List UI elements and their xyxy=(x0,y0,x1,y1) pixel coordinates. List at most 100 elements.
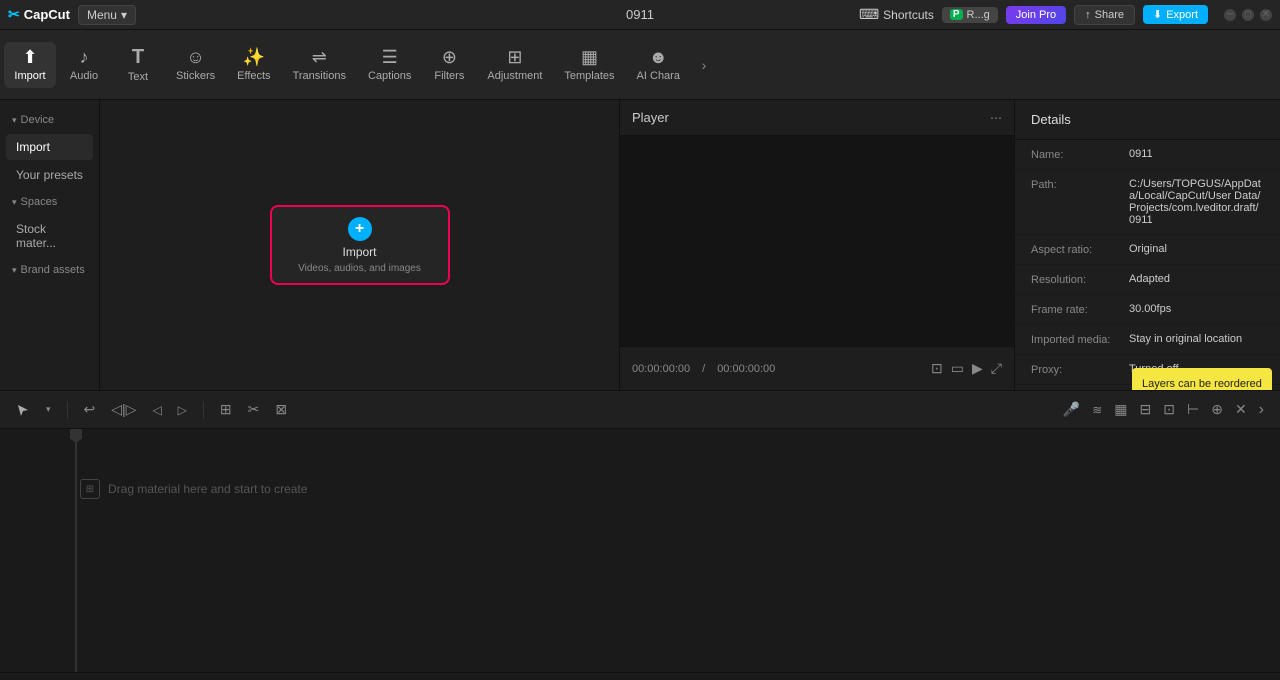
tl-scissors-button[interactable]: ✂ xyxy=(244,397,264,422)
sidebar-item-presets[interactable]: Your presets xyxy=(6,162,93,188)
toolbar-item-audio[interactable]: ♪ Audio xyxy=(58,42,110,88)
app-logo: ✂ CapCut xyxy=(8,6,70,23)
sidebar-item-import[interactable]: Import xyxy=(6,134,93,160)
templates-label: Templates xyxy=(564,70,614,82)
effects-icon: ✨ xyxy=(243,48,265,66)
details-key-path: Path: xyxy=(1031,178,1121,191)
tl-sep-2 xyxy=(203,401,204,419)
effects-label: Effects xyxy=(237,70,270,82)
toolbar-item-import[interactable]: ⬆ Import xyxy=(4,42,56,88)
main-content: ▾ Device Import Your presets ▾ Spaces St… xyxy=(0,100,1280,390)
topbar-right: ⌨ Shortcuts P R...g Join Pro ↑ Share ⬇ E… xyxy=(859,5,1272,25)
shortcuts-button[interactable]: ⌨ Shortcuts xyxy=(859,6,934,23)
import-plus-icon: + xyxy=(348,217,372,241)
window-controls: ─ □ ✕ xyxy=(1224,9,1272,21)
tl-sep-1 xyxy=(67,401,68,419)
toolbar-item-transitions[interactable]: ⇌ Transitions xyxy=(283,42,356,88)
tl-playhead xyxy=(75,429,77,672)
minimize-button[interactable]: ─ xyxy=(1224,9,1236,21)
transitions-icon: ⇌ xyxy=(312,48,327,66)
details-key-aspect: Aspect ratio: xyxy=(1031,243,1121,256)
toolbar-item-text[interactable]: T Text xyxy=(112,41,164,89)
details-key-framerate: Frame rate: xyxy=(1031,303,1121,316)
toolbar-item-adjustment[interactable]: ⊞ Adjustment xyxy=(477,42,552,88)
toolbar-more-button[interactable]: › xyxy=(692,53,716,77)
tl-link-button[interactable]: ⊟ xyxy=(1136,397,1156,422)
pro-user-badge: P R...g xyxy=(942,7,998,23)
tl-right-tools: 🎤 ≋ ▦ ⊟ ⊡ ⊢ ⊕ ✕ › xyxy=(1059,397,1268,423)
project-title: 0911 xyxy=(626,7,654,22)
details-value-framerate: 30.00fps xyxy=(1129,303,1264,315)
tl-expand-button[interactable]: › xyxy=(1255,397,1268,423)
pro-p-icon: P xyxy=(950,9,963,20)
timeline-content: ⊞ Drag material here and start to create xyxy=(0,429,1280,672)
export-label: Export xyxy=(1166,9,1198,21)
sidebar-stock-label: Stock mater... xyxy=(16,222,83,250)
details-row-path: Path: C:/Users/TOPGUS/AppData/Local/CapC… xyxy=(1015,170,1280,235)
tl-trim-next-button[interactable]: ▷ xyxy=(174,399,191,421)
sidebar-group-spaces[interactable]: ▾ Spaces xyxy=(6,190,93,214)
export-button[interactable]: ⬇ Export xyxy=(1143,5,1208,24)
close-button[interactable]: ✕ xyxy=(1260,9,1272,21)
details-value-path: C:/Users/TOPGUS/AppData/Local/CapCut/Use… xyxy=(1129,178,1264,226)
timeline-area: ▾ ↩ ◁|▷ ◁ ▷ ⊞ ✂ ⊠ 🎤 ≋ ▦ ⊟ ⊡ ⊢ ⊕ ✕ › ⊞ Dr… xyxy=(0,390,1280,680)
app-name: CapCut xyxy=(24,7,70,22)
join-pro-button[interactable]: Join Pro xyxy=(1006,6,1066,24)
toolbar-item-effects[interactable]: ✨ Effects xyxy=(227,42,280,88)
tl-delete-button[interactable]: ⊠ xyxy=(271,397,291,422)
toolbar-item-stickers[interactable]: ☺ Stickers xyxy=(166,42,225,88)
templates-icon: ▦ xyxy=(581,48,598,66)
toolbar-item-templates[interactable]: ▦ Templates xyxy=(554,42,624,88)
tl-pip-button[interactable]: ⊕ xyxy=(1207,397,1227,422)
toolbar-item-captions[interactable]: ☰ Captions xyxy=(358,42,421,88)
sidebar-group-device[interactable]: ▾ Device xyxy=(6,108,93,132)
player-options-button[interactable]: ⋯ xyxy=(990,111,1002,125)
timeline-scrollbar[interactable] xyxy=(0,672,1280,680)
tl-mic-button[interactable]: 🎤 xyxy=(1059,397,1084,422)
tl-cursor-tool[interactable] xyxy=(12,399,34,421)
import-box-label: Import xyxy=(342,245,376,259)
import-box[interactable]: + Import Videos, audios, and images xyxy=(270,205,450,285)
capcut-icon: ✂ xyxy=(8,6,20,23)
adjustment-label: Adjustment xyxy=(487,70,542,82)
player-expand-button[interactable]: ⤢ xyxy=(991,360,1002,377)
player-buttons: ⊡ ▭ ▶ ⤢ xyxy=(931,360,1002,377)
tl-split-button[interactable]: ◁|▷ xyxy=(107,397,140,422)
restore-button[interactable]: □ xyxy=(1242,9,1254,21)
toolbar-item-filters[interactable]: ⊕ Filters xyxy=(423,42,475,88)
player-aspect-button[interactable]: ▭ xyxy=(951,360,964,377)
tl-magnet-button[interactable]: ≋ xyxy=(1088,399,1106,421)
chevron-down-icon: ▾ xyxy=(12,115,17,126)
player-panel: Player ⋯ 00:00:00:00 / 00:00:00:00 ⊡ ▭ ▶… xyxy=(620,100,1015,390)
tl-grid-button[interactable]: ⊞ xyxy=(216,397,236,422)
tl-trim-prev-button[interactable]: ◁ xyxy=(148,399,165,421)
tl-center-button[interactable]: ⊢ xyxy=(1183,397,1203,422)
details-row-imported: Imported media: Stay in original locatio… xyxy=(1015,325,1280,355)
tl-snap-button[interactable]: ▦ xyxy=(1110,397,1131,422)
stickers-icon: ☺ xyxy=(186,48,204,66)
details-key-imported: Imported media: xyxy=(1031,333,1121,346)
menu-button[interactable]: Menu ▾ xyxy=(78,5,136,25)
tl-close-button[interactable]: ✕ xyxy=(1231,397,1251,422)
details-row-name: Name: 0911 xyxy=(1015,140,1280,170)
filters-icon: ⊕ xyxy=(442,48,457,66)
tooltip-text: Layers can be reordered in every new pro… xyxy=(1142,378,1262,390)
sidebar-item-stock[interactable]: Stock mater... xyxy=(6,216,93,256)
import-box-sublabel: Videos, audios, and images xyxy=(298,263,421,274)
share-button[interactable]: ↑ Share xyxy=(1074,5,1135,25)
captions-label: Captions xyxy=(368,70,411,82)
drag-hint: ⊞ Drag material here and start to create xyxy=(0,479,1280,499)
tl-undo-button[interactable]: ↩ xyxy=(80,397,100,422)
details-value-resolution: Adapted xyxy=(1129,273,1264,285)
sidebar-presets-label: Your presets xyxy=(16,168,83,182)
tl-unlink-button[interactable]: ⊡ xyxy=(1159,397,1179,422)
sidebar-group-brand[interactable]: ▾ Brand assets xyxy=(6,258,93,282)
chevron-right-icon: ▾ xyxy=(12,197,17,208)
sidebar-import-label: Import xyxy=(16,140,50,154)
tl-cursor-dropdown[interactable]: ▾ xyxy=(42,400,55,419)
details-row-resolution: Resolution: Adapted xyxy=(1015,265,1280,295)
player-play-button[interactable]: ▶ xyxy=(972,360,983,377)
toolbar-item-ai-chara[interactable]: ☻ AI Chara xyxy=(627,42,690,88)
player-fullscreen-button[interactable]: ⊡ xyxy=(931,360,943,377)
shortcuts-label: Shortcuts xyxy=(883,8,934,22)
